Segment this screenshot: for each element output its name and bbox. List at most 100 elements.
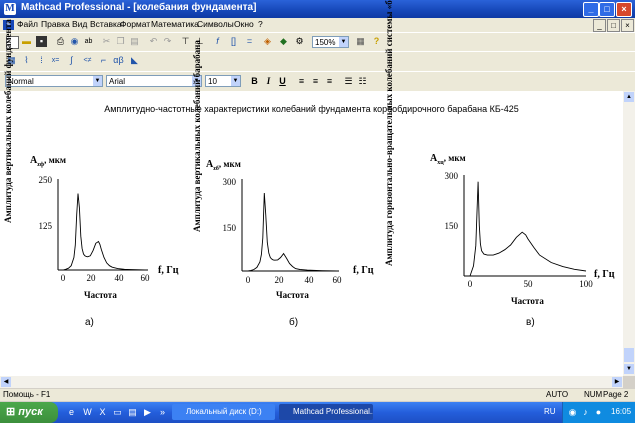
title-bar: M Mathcad Professional - [колебания фунд… bbox=[0, 0, 635, 18]
align-center-icon[interactable]: ≡ bbox=[310, 76, 321, 87]
calculus-toolbar-icon[interactable]: ∫ bbox=[66, 55, 77, 66]
menu-symbols[interactable]: Символы bbox=[197, 19, 234, 29]
scroll-right-icon[interactable]: ▶ bbox=[612, 377, 622, 387]
chart-c: 300 150 0 50 100 bbox=[445, 171, 594, 289]
help-icon[interactable]: ? bbox=[371, 36, 382, 47]
resources-icon[interactable]: ▦ bbox=[355, 36, 366, 47]
doc-close-button[interactable]: × bbox=[621, 19, 634, 32]
chart-b-caption: б) bbox=[289, 317, 299, 328]
style-select[interactable]: Normal ▼ bbox=[5, 75, 103, 87]
boolean-toolbar-icon[interactable]: <≠ bbox=[82, 55, 93, 66]
programming-toolbar-icon[interactable]: ⌐ bbox=[98, 55, 109, 66]
quicklaunch-media-icon[interactable]: ▶ bbox=[142, 407, 153, 418]
chart-c-ytick: 150 bbox=[445, 221, 459, 231]
task-local-disk[interactable]: Локальный диск (D:) bbox=[172, 404, 275, 420]
maximize-button[interactable]: □ bbox=[599, 2, 615, 17]
menu-math[interactable]: Математика bbox=[151, 19, 199, 29]
tray-volume-icon[interactable]: ♪ bbox=[580, 407, 591, 418]
scroll-thumb[interactable] bbox=[624, 348, 634, 362]
paste-icon[interactable]: ▤ bbox=[129, 36, 140, 47]
redo-icon[interactable]: ↷ bbox=[162, 36, 173, 47]
spellcheck-icon[interactable]: ab bbox=[83, 36, 94, 47]
scroll-down-icon[interactable]: ▼ bbox=[624, 364, 634, 374]
preview-icon[interactable]: ◉ bbox=[69, 36, 80, 47]
menu-insert[interactable]: Вставка bbox=[90, 19, 122, 29]
matrix-toolbar-icon[interactable]: ⁞ bbox=[36, 55, 47, 66]
doc-minimize-button[interactable]: _ bbox=[593, 19, 606, 32]
quicklaunch-more-icon[interactable]: » bbox=[157, 407, 168, 418]
numbering-icon[interactable]: ☷ bbox=[357, 76, 368, 87]
quicklaunch-desktop-icon[interactable]: ▭ bbox=[112, 407, 123, 418]
insert-hyperlink-icon[interactable]: ◈ bbox=[262, 36, 273, 47]
chart-a-xlabel: Частота bbox=[84, 290, 117, 300]
horizontal-scrollbar[interactable]: ◀ ▶ bbox=[0, 376, 623, 388]
chart-b-series-line bbox=[247, 192, 338, 272]
greek-toolbar-icon[interactable]: αβ bbox=[113, 55, 124, 66]
chart-b-xtick: 20 bbox=[275, 275, 285, 285]
vertical-scrollbar[interactable]: ▲ ▼ bbox=[623, 91, 635, 376]
task-mathcad[interactable]: Mathcad Professional... bbox=[279, 404, 373, 420]
align-right-icon[interactable]: ≡ bbox=[324, 76, 335, 87]
quicklaunch-ie-icon[interactable]: e bbox=[66, 407, 77, 418]
symbolic-toolbar-icon[interactable]: ◣ bbox=[129, 55, 140, 66]
chart-b-ytick: 150 bbox=[223, 223, 237, 233]
underline-button[interactable]: U bbox=[277, 76, 288, 87]
start-button[interactable]: ⊞ пуск bbox=[0, 402, 58, 423]
chart-b-xtick: 0 bbox=[246, 275, 251, 285]
windows-logo-icon: ⊞ bbox=[6, 406, 16, 418]
zoom-select[interactable]: 150% ▼ bbox=[312, 36, 349, 48]
worksheet[interactable]: Амплитудно-частотные характеристики коле… bbox=[0, 0, 623, 376]
run-script-icon[interactable]: ⚙ bbox=[294, 36, 305, 47]
quicklaunch-excel-icon[interactable]: X bbox=[97, 407, 108, 418]
tray-antivirus-icon[interactable]: ● bbox=[593, 407, 604, 418]
standard-toolbar: ▬ ▪ ⎙ ◉ ab ✂ ❐ ▤ ↶ ↷ ⊤ ⊥ f [] = ◈ ◆ ⚙ 15… bbox=[0, 32, 635, 52]
print-icon[interactable]: ⎙ bbox=[55, 36, 66, 47]
chevron-down-icon[interactable]: ▼ bbox=[339, 37, 348, 47]
chevron-down-icon[interactable]: ▼ bbox=[231, 76, 240, 86]
menu-format[interactable]: Формат bbox=[120, 19, 150, 29]
chart-a-ytick: 125 bbox=[39, 221, 53, 231]
mathcad-app-icon[interactable]: M bbox=[4, 3, 16, 15]
align-top-icon[interactable]: ⊤ bbox=[180, 36, 191, 47]
chart-a-ytick: 250 bbox=[39, 175, 53, 185]
scroll-left-icon[interactable]: ◀ bbox=[1, 377, 11, 387]
component-wizard-icon[interactable]: ◆ bbox=[278, 36, 289, 47]
graph-toolbar-icon[interactable]: ⌇ bbox=[21, 55, 32, 66]
menu-view[interactable]: Вид bbox=[72, 19, 87, 29]
italic-button[interactable]: I bbox=[263, 76, 274, 87]
start-label: пуск bbox=[18, 406, 43, 418]
chart-a-xtick: 20 bbox=[87, 273, 97, 283]
doc-restore-button[interactable]: □ bbox=[607, 19, 620, 32]
open-icon[interactable]: ▬ bbox=[21, 36, 32, 47]
menu-edit[interactable]: Правка bbox=[41, 19, 70, 29]
language-indicator[interactable]: RU bbox=[544, 407, 556, 416]
undo-icon[interactable]: ↶ bbox=[148, 36, 159, 47]
tray-network-icon[interactable]: ◉ bbox=[567, 407, 578, 418]
copy-icon[interactable]: ❐ bbox=[115, 36, 126, 47]
close-button[interactable]: × bbox=[616, 2, 632, 17]
chart-a-xtitle: f, Гц bbox=[158, 265, 179, 276]
menu-window[interactable]: Окно bbox=[234, 19, 254, 29]
bullets-icon[interactable]: ☰ bbox=[343, 76, 354, 87]
font-size-select[interactable]: 10 ▼ bbox=[205, 75, 241, 87]
chart-b: 300 150 0 20 40 60 bbox=[223, 177, 343, 285]
scroll-up-icon[interactable]: ▲ bbox=[624, 92, 634, 102]
document-heading: Амплитудно-частотные характеристики коле… bbox=[104, 104, 519, 114]
clock: 16:05 bbox=[611, 407, 632, 416]
quicklaunch-explorer-icon[interactable]: ▤ bbox=[127, 407, 138, 418]
minimize-button[interactable]: _ bbox=[583, 2, 599, 17]
menu-help[interactable]: ? bbox=[258, 19, 263, 29]
menu-file[interactable]: Файл bbox=[17, 19, 38, 29]
evaluation-toolbar-icon[interactable]: x= bbox=[50, 55, 61, 66]
insert-unit-icon[interactable]: [] bbox=[228, 36, 239, 47]
align-left-icon[interactable]: ≡ bbox=[296, 76, 307, 87]
cut-icon[interactable]: ✂ bbox=[101, 36, 112, 47]
chevron-down-icon[interactable]: ▼ bbox=[93, 76, 102, 86]
save-icon[interactable]: ▪ bbox=[36, 36, 47, 47]
quicklaunch-word-icon[interactable]: W bbox=[82, 407, 93, 418]
font-select[interactable]: Arial ▼ bbox=[106, 75, 202, 87]
bold-button[interactable]: B bbox=[249, 76, 260, 87]
insert-function-icon[interactable]: f bbox=[212, 36, 223, 47]
calculate-icon[interactable]: = bbox=[244, 36, 255, 47]
font-size-value: 10 bbox=[208, 77, 217, 86]
